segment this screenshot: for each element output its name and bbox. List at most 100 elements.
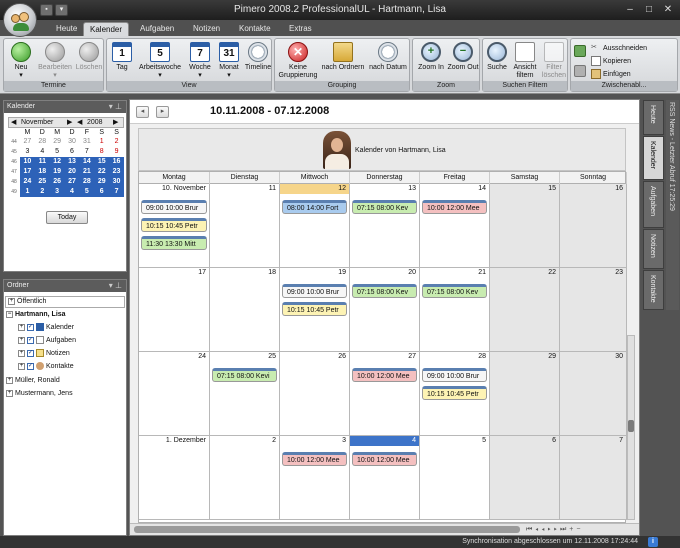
day-cell[interactable]: 23 [560, 268, 627, 352]
expand-icon[interactable]: + [6, 376, 13, 384]
side-tab-aufgaben[interactable]: Aufgaben [643, 181, 664, 228]
next-year-icon[interactable]: ▶ [113, 118, 118, 128]
mini-calendar-day[interactable]: 13 [64, 157, 80, 167]
mini-calendar-day[interactable]: 4 [64, 187, 80, 197]
minimize-button[interactable]: – [624, 3, 636, 16]
view-workweek-button[interactable]: 5 Arbeitswoche ▾ [135, 42, 185, 80]
day-cell[interactable]: 1. Dezember [139, 436, 210, 520]
mini-calendar-day[interactable]: 3 [20, 147, 35, 157]
side-tab-notizen[interactable]: Notizen [643, 229, 664, 269]
mini-calendar-day[interactable]: 12 [49, 157, 65, 167]
qat-save-icon[interactable]: ▪ [40, 4, 53, 16]
mini-calendar-day[interactable]: 4 [35, 147, 50, 157]
mini-calendar-day[interactable]: 9 [109, 147, 124, 157]
mini-calendar-day[interactable]: 18 [34, 167, 50, 177]
tab-heute[interactable]: Heute [50, 22, 83, 36]
filter-view-button[interactable]: Ansicht filtern [510, 42, 540, 80]
day-cell[interactable]: 6 [490, 436, 560, 520]
folder-hartmann[interactable]: − Hartmann, Lisa [6, 310, 66, 320]
appointment[interactable]: 10:00 12:00 Mee [282, 452, 347, 466]
appointment[interactable]: 07:15 08:00 Kev [422, 284, 487, 298]
day-cell[interactable]: 21 07:15 08:00 Kev [420, 268, 490, 352]
view-month-button[interactable]: 31 Monat ▾ [215, 42, 243, 80]
day-cell[interactable]: 2 [210, 436, 280, 520]
day-cell[interactable]: 19 09:00 10:00 Brur 10:15 10:45 Petr [280, 268, 350, 352]
expand-icon[interactable]: + [18, 362, 25, 370]
clear-filter-button[interactable]: Filter löschen [540, 42, 568, 80]
view-day-button[interactable]: 1 Tag [111, 42, 133, 72]
day-cell[interactable]: 4 10:00 12:00 Mee [350, 436, 420, 520]
side-tab-kalender[interactable]: Kalender [643, 136, 664, 180]
close-button[interactable]: ✕ [662, 3, 674, 16]
appointment[interactable]: 10:15 10:45 Petr [141, 218, 207, 232]
mini-calendar-day[interactable]: 1 [94, 137, 109, 147]
mini-calendar-day[interactable]: 25 [34, 177, 50, 187]
no-grouping-button[interactable]: ✕ Keine Gruppierung [276, 42, 320, 80]
edit-button[interactable]: Bearbeiten ▾ [36, 42, 74, 80]
maximize-button[interactable]: □ [643, 3, 655, 16]
day-cell[interactable]: 28 09:00 10:00 Brur 10:15 10:45 Petr [420, 352, 490, 436]
paste-button[interactable]: Einfügen [591, 69, 631, 79]
week-number[interactable]: 46 [8, 157, 20, 167]
day-cell[interactable]: 30 [560, 352, 627, 436]
mini-calendar-day[interactable]: 22 [94, 167, 110, 177]
mini-calendar-day[interactable]: 21 [79, 167, 95, 177]
day-cell[interactable]: 3 10:00 12:00 Mee [280, 436, 350, 520]
day-cell[interactable]: 13 07:15 08:00 Kev [350, 184, 420, 268]
day-cell[interactable]: 20 07:15 08:00 Kev [350, 268, 420, 352]
mini-calendar-day[interactable]: 2 [109, 137, 124, 147]
mini-calendar-day[interactable]: 27 [64, 177, 80, 187]
copy-button[interactable]: Kopieren [591, 56, 631, 66]
appointment[interactable]: 09:00 10:00 Brur [422, 368, 487, 382]
mini-calendar-day[interactable]: 31 [79, 137, 94, 147]
appointment[interactable]: 07:15 08:00 Kev [352, 284, 417, 298]
mini-calendar-day[interactable]: 5 [50, 147, 65, 157]
aufgaben-checkbox[interactable]: ✓ [27, 336, 34, 344]
mini-calendar-day[interactable]: 2 [34, 187, 50, 197]
zoom-out-button[interactable]: − Zoom Out [447, 42, 479, 72]
expand-icon[interactable]: + [8, 297, 15, 305]
mini-calendar-day[interactable]: 6 [65, 147, 80, 157]
notizen-checkbox[interactable]: ✓ [27, 349, 34, 357]
folder-aufgaben[interactable]: + ✓ Aufgaben [18, 336, 76, 346]
qat-dropdown-icon[interactable]: ▾ [55, 4, 68, 16]
mini-calendar-day[interactable]: 17 [20, 167, 35, 177]
day-cell[interactable]: 22 [490, 268, 560, 352]
mini-calendar-day[interactable]: 29 [94, 177, 110, 187]
appointment[interactable]: 10:00 12:00 Mee [422, 200, 487, 214]
day-cell[interactable]: 5 [420, 436, 490, 520]
mini-calendar-day[interactable]: 30 [109, 177, 124, 187]
appointment[interactable]: 10:00 12:00 Mee [352, 452, 417, 466]
mini-calendar-day[interactable]: 7 [79, 147, 94, 157]
mini-calendar-day[interactable]: 16 [109, 157, 124, 167]
tab-aufgaben[interactable]: Aufgaben [134, 22, 180, 36]
mini-calendar-day[interactable]: 30 [65, 137, 80, 147]
app-menu-orb-icon[interactable] [3, 3, 37, 37]
day-cell[interactable]: 26 [280, 352, 350, 436]
mini-calendar-day[interactable]: 14 [79, 157, 95, 167]
week-number[interactable]: 47 [8, 167, 20, 177]
folder-public[interactable]: + Öffentlich [5, 296, 125, 308]
day-cell[interactable]: 25 07:15 08:00 Kevi [210, 352, 280, 436]
expand-icon[interactable]: + [6, 389, 13, 397]
week-number[interactable]: 49 [8, 187, 20, 197]
print-icon[interactable] [574, 45, 586, 57]
record-navigation-icons[interactable]: ⏮◂◂▸▸⏭+− [526, 524, 583, 535]
appointment[interactable]: 11:30 13:30 Mitt [141, 236, 207, 250]
view-week-button[interactable]: 7 Woche ▾ [186, 42, 214, 80]
day-cell[interactable]: 16 [560, 184, 627, 268]
group-by-folder-button[interactable]: nach Ordnern [321, 42, 365, 72]
mini-calendar-day[interactable]: 6 [94, 187, 110, 197]
folder-mueller[interactable]: + Müller, Ronald [6, 376, 60, 386]
mini-calendar-day[interactable]: 11 [34, 157, 50, 167]
appointment[interactable]: 10:15 10:45 Petr [282, 302, 347, 316]
mini-calendar-day[interactable]: 28 [35, 137, 50, 147]
mini-calendar-year[interactable]: 2008 [87, 118, 103, 128]
delete-button[interactable]: Löschen [74, 42, 104, 72]
today-button[interactable]: Today [46, 211, 88, 224]
day-cell[interactable]: 14 10:00 12:00 Mee [420, 184, 490, 268]
next-month-icon[interactable]: ▶ [67, 118, 72, 128]
folder-kontakte[interactable]: + ✓ Kontakte [18, 362, 74, 372]
folder-kalender[interactable]: + ✓ Kalender [18, 323, 74, 333]
appointment[interactable]: 10:00 12:00 Mee [352, 368, 417, 382]
